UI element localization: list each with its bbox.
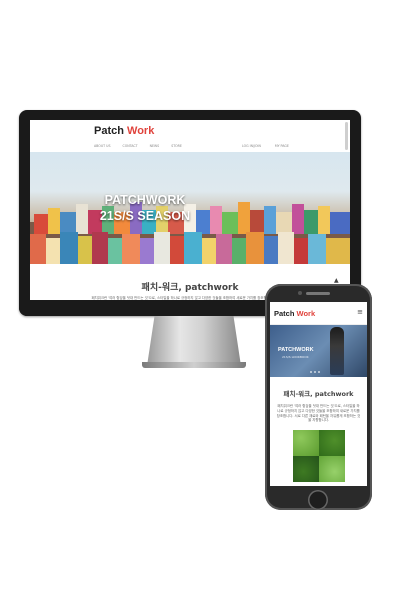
mobile-hero-banner[interactable]: PATCHWORK 21S/S LOOKBOOK <box>270 325 367 377</box>
home-button[interactable] <box>308 490 328 510</box>
desktop-hero-banner: PATCHWORK 21S/S SEASON <box>30 152 350 264</box>
nav-item-store[interactable]: STORE <box>171 144 182 148</box>
nav-item-mypage[interactable]: MY PAGE <box>275 144 289 148</box>
desktop-nav-left: ABOUT US CONTACT NEWS STORE <box>94 144 182 148</box>
mobile-body-text: 패치워크란 '여러 헝겊을 덧대 만드는 것'으로, 스타일을 하나로 규정하지… <box>276 404 361 423</box>
carousel-dots[interactable] <box>310 371 320 373</box>
grass-patchwork-image[interactable] <box>293 430 345 482</box>
mobile-section-title: 패치-워크, patchwork <box>283 390 354 398</box>
phone-speaker <box>306 292 330 295</box>
mobile-screen: Patch Work ≡ PATCHWORK 21S/S LOOKBOOK 패치… <box>270 302 367 486</box>
nav-item-about[interactable]: ABOUT US <box>94 144 110 148</box>
mobile-logo[interactable]: Patch Work <box>274 309 315 318</box>
hamburger-menu-icon[interactable]: ≡ <box>357 308 363 316</box>
desktop-scrollbar[interactable] <box>345 122 348 150</box>
desktop-nav-right: LOG IN/JOIN MY PAGE <box>242 144 289 148</box>
model-figure <box>330 327 344 375</box>
phone-camera-icon <box>298 291 302 295</box>
nav-item-news[interactable]: NEWS <box>150 144 160 148</box>
nav-item-login[interactable]: LOG IN/JOIN <box>242 144 261 148</box>
mobile-hero-subtitle: 21S/S LOOKBOOK <box>282 355 309 359</box>
desktop-hero-title: PATCHWORK 21S/S SEASON <box>99 193 191 223</box>
desktop-header: Patch Work ABOUT US CONTACT NEWS STORE L… <box>30 120 350 152</box>
mobile-logo-prefix: Patch <box>274 309 297 318</box>
desktop-logo-prefix: Patch <box>94 125 128 137</box>
mobile-header: Patch Work ≡ <box>270 302 367 325</box>
monitor-stand <box>147 316 241 366</box>
monitor-stand-base <box>142 362 246 368</box>
device-mockup-stage: Patch Work ABOUT US CONTACT NEWS STORE L… <box>0 0 400 600</box>
apple-logo-icon <box>183 303 193 313</box>
desktop-logo-highlight: Work <box>127 125 155 137</box>
nav-item-contact[interactable]: CONTACT <box>122 144 137 148</box>
desktop-logo[interactable]: Patch Work <box>94 125 154 137</box>
desktop-screen: Patch Work ABOUT US CONTACT NEWS STORE L… <box>30 120 350 306</box>
mobile-hero-title: PATCHWORK <box>278 347 314 353</box>
mobile-logo-highlight: Work <box>296 309 316 318</box>
